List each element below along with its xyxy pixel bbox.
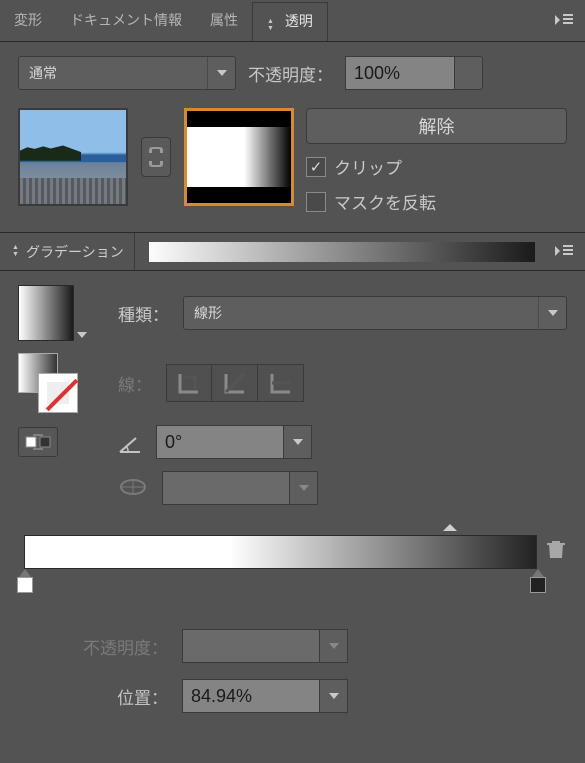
opacity-label: 不透明度：	[248, 61, 333, 86]
stop-position-dropdown-button[interactable]	[320, 679, 348, 713]
gradient-stop-end[interactable]	[529, 569, 547, 593]
tab-transparency[interactable]: 透明	[252, 2, 328, 41]
gradient-ramp[interactable]	[24, 535, 537, 569]
gradient-panel-body: 種類： 線形 線：	[0, 271, 585, 747]
stroke-align-across-button[interactable]	[258, 364, 304, 402]
gradient-stop-start[interactable]	[16, 569, 34, 593]
mask-options-column: 解除 ✓ クリップ マスクを反転	[306, 108, 567, 214]
aspect-ratio-field	[162, 471, 290, 505]
stroke-gradient-alignment-group	[166, 364, 304, 402]
angle-icon	[118, 430, 142, 454]
transparency-mask-row: 解除 ✓ クリップ マスクを反転	[18, 108, 567, 214]
gradient-stroke-row: 線：	[18, 353, 567, 413]
gradient-panel-header: グラデーション	[0, 233, 585, 271]
trash-icon	[547, 539, 565, 559]
dropdown-button	[538, 297, 566, 329]
link-icon	[148, 146, 164, 168]
gradient-swatch[interactable]	[18, 285, 74, 341]
gradient-type-dropdown[interactable]: 線形	[183, 296, 567, 330]
flyout-menu-icon	[555, 14, 573, 28]
stroke-along-icon	[223, 371, 247, 395]
stop-opacity-dropdown-button	[320, 629, 348, 663]
delete-stop-button[interactable]	[547, 539, 565, 562]
gradient-panel-title[interactable]: グラデーション	[0, 233, 135, 270]
gradient-title-label: グラデーション	[26, 242, 124, 262]
invert-checkbox-row[interactable]: マスクを反転	[306, 189, 567, 214]
stop-opacity-field	[182, 629, 320, 663]
swatch-dropdown-icon	[77, 332, 87, 338]
gradient-slider[interactable]	[24, 535, 537, 595]
stroke-label: 線：	[118, 371, 152, 396]
tab-transform[interactable]: 変形	[0, 2, 56, 40]
blend-mode-dropdown[interactable]: 通常	[18, 56, 236, 90]
transparency-panel-body: 通常 不透明度： 100% 解除	[0, 42, 585, 233]
gradient-preview-bar[interactable]	[149, 242, 535, 262]
tab-attributes[interactable]: 属性	[196, 2, 252, 40]
transparency-top-row: 通常 不透明度： 100%	[18, 56, 567, 90]
stroke-align-along-button[interactable]	[212, 364, 258, 402]
artwork-thumbnail[interactable]	[18, 108, 128, 206]
stroke-align-within-button[interactable]	[166, 364, 212, 402]
aspect-ratio-icon	[118, 476, 148, 501]
link-column	[140, 108, 172, 206]
dropdown-button	[207, 57, 235, 89]
opacity-stepper[interactable]	[455, 56, 483, 90]
invert-mask-checkbox[interactable]	[306, 192, 326, 212]
blend-mode-value: 通常	[29, 63, 207, 83]
stop-position-field[interactable]: 84.94%	[182, 679, 320, 713]
fill-stroke-proxy[interactable]	[18, 353, 78, 413]
angle-field[interactable]: 0°	[156, 425, 284, 459]
invert-mask-label: マスクを反転	[334, 189, 436, 214]
gradient-flyout-menu-button[interactable]	[549, 238, 579, 266]
stroke-across-icon	[269, 371, 293, 395]
gradient-type-label: 種類：	[118, 301, 169, 326]
reverse-icon	[25, 434, 51, 450]
stop-opacity-row: 不透明度：	[18, 629, 567, 663]
clip-checkbox-row[interactable]: ✓ クリップ	[306, 154, 567, 179]
aspect-ratio-dropdown-button	[290, 471, 318, 505]
tab-document-info[interactable]: ドキュメント情報	[56, 2, 196, 40]
stop-opacity-label: 不透明度：	[18, 634, 168, 659]
transparency-panel-tabs: 変形 ドキュメント情報 属性 透明	[0, 0, 585, 42]
stop-position-row: 位置： 84.94%	[18, 679, 567, 713]
stop-position-label: 位置：	[18, 684, 168, 709]
gradient-type-value: 線形	[194, 303, 538, 323]
stroke-swatch[interactable]	[38, 373, 78, 413]
reverse-gradient-button[interactable]	[18, 427, 58, 457]
stroke-within-icon	[177, 371, 201, 395]
gradient-type-row: 種類： 線形	[18, 285, 567, 341]
mask-thumbnail[interactable]	[184, 108, 294, 206]
clip-checkbox[interactable]: ✓	[306, 157, 326, 177]
gradient-aspect-row	[18, 471, 567, 505]
gradient-angle-row: 0°	[18, 425, 567, 459]
opacity-field[interactable]: 100%	[345, 56, 455, 90]
angle-dropdown-button[interactable]	[284, 425, 312, 459]
release-mask-button[interactable]: 解除	[306, 108, 567, 144]
gradient-midpoint-handle[interactable]	[443, 517, 457, 531]
link-mask-button[interactable]	[141, 137, 171, 177]
panel-flyout-menu-button[interactable]	[549, 7, 579, 35]
tab-transparency-label: 透明	[285, 13, 313, 29]
clip-label: クリップ	[334, 154, 402, 179]
flyout-menu-icon	[555, 245, 573, 259]
